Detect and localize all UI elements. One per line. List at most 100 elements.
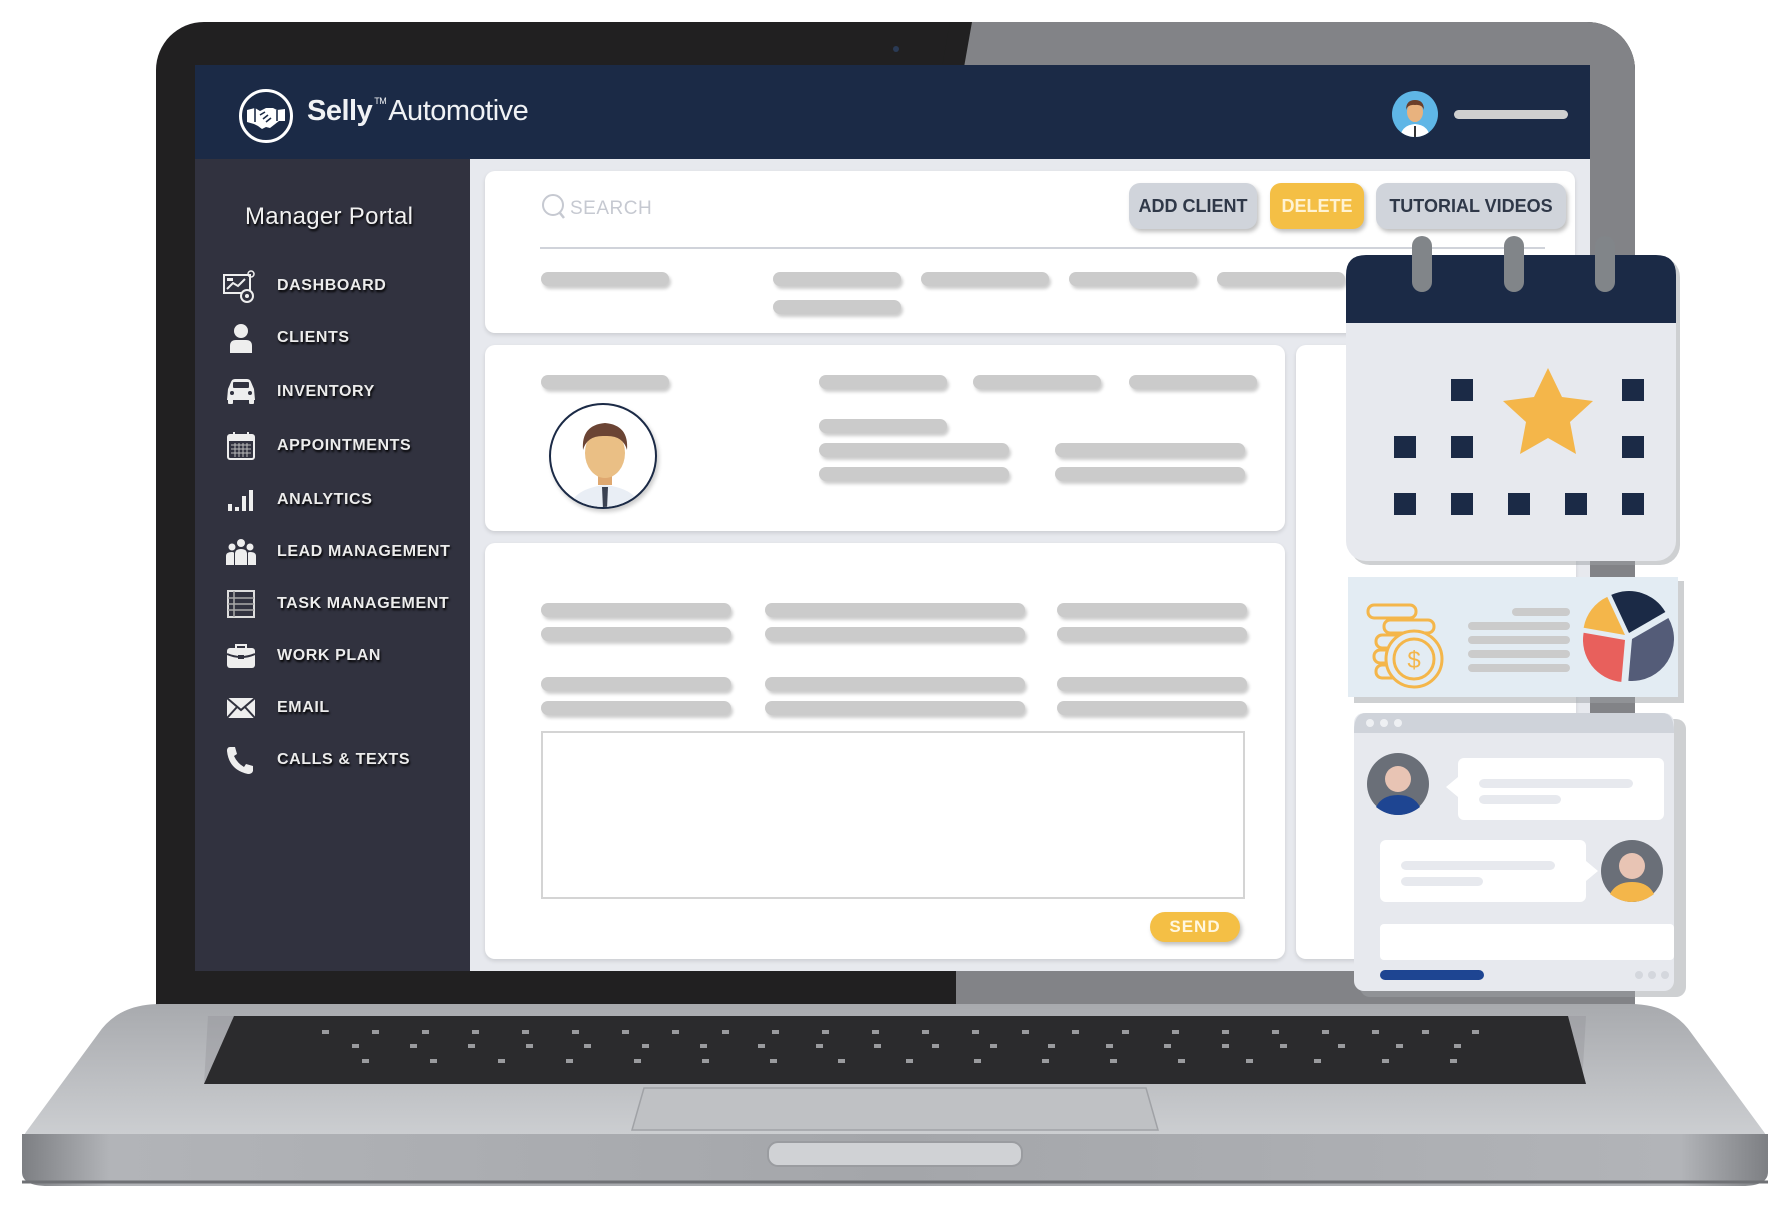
- placeholder-bar: [541, 627, 731, 641]
- key-mark: [1172, 1030, 1179, 1034]
- key-mark: [372, 1030, 379, 1034]
- placeholder-bar: [541, 375, 669, 389]
- placeholder-bar: [765, 603, 1025, 617]
- sidebar-item-dashboard[interactable]: DASHBOARD: [223, 266, 463, 306]
- key-mark: [1022, 1030, 1029, 1034]
- sidebar-item-label: ANALYTICS: [277, 491, 373, 508]
- key-mark: [1450, 1059, 1457, 1063]
- window-dot: [1366, 719, 1374, 727]
- sidebar-item-inventory[interactable]: INVENTORY: [223, 372, 463, 412]
- chat-widget[interactable]: [1352, 711, 1686, 997]
- search-input[interactable]: SEARCH: [570, 198, 652, 220]
- key-mark: [430, 1059, 437, 1063]
- brand-name-bold: Selly: [307, 95, 373, 127]
- key-mark: [352, 1044, 359, 1048]
- key-mark: [1338, 1044, 1345, 1048]
- chat-bubble-incoming: [1458, 758, 1664, 820]
- key-mark: [1314, 1059, 1321, 1063]
- window-dot: [1394, 719, 1402, 727]
- key-mark: [622, 1030, 629, 1034]
- chat-input[interactable]: [1380, 924, 1674, 960]
- placeholder-bar: [1057, 677, 1247, 691]
- key-mark: [1382, 1059, 1389, 1063]
- key-mark: [1422, 1030, 1429, 1034]
- sidebar-item-label: CALLS & TEXTS: [277, 751, 411, 768]
- placeholder-bar: [765, 701, 1025, 715]
- key-mark: [932, 1044, 939, 1048]
- search-icon[interactable]: [541, 193, 567, 219]
- key-mark: [672, 1030, 679, 1034]
- briefcase-icon: [223, 639, 259, 673]
- sidebar-item-email[interactable]: EMAIL: [223, 688, 463, 728]
- sidebar-item-label: APPOINTMENTS: [277, 437, 412, 454]
- chat-avatar-right: [1601, 840, 1663, 902]
- key-mark: [770, 1059, 777, 1063]
- sidebar-item-label: LEAD MANAGEMENT: [277, 543, 451, 560]
- calendar-widget[interactable]: [1344, 233, 1684, 569]
- placeholder-bar: [541, 272, 669, 286]
- placeholder-bar: [973, 375, 1101, 389]
- key-mark: [1280, 1044, 1287, 1048]
- placeholder-bar: [819, 375, 947, 389]
- phone-icon: [223, 743, 259, 777]
- placeholder-bar: [819, 419, 947, 433]
- key-mark: [472, 1030, 479, 1034]
- delete-button[interactable]: DELETE: [1270, 183, 1364, 229]
- key-mark: [1454, 1044, 1461, 1048]
- sidebar-item-task-management[interactable]: TASK MANAGEMENT: [223, 584, 463, 624]
- keyboard[interactable]: [204, 1016, 1586, 1084]
- key-mark: [522, 1030, 529, 1034]
- portal-title: Manager Portal: [245, 203, 414, 230]
- key-mark: [1106, 1044, 1113, 1048]
- key-mark: [584, 1044, 591, 1048]
- key-mark: [362, 1059, 369, 1063]
- sidebar-item-work-plan[interactable]: WORK PLAN: [223, 636, 463, 676]
- chat-send-bar[interactable]: [1380, 970, 1484, 980]
- binder-ring: [1595, 236, 1615, 292]
- sidebar-item-calls-texts[interactable]: CALLS & TEXTS: [223, 740, 463, 780]
- message-textarea[interactable]: [541, 731, 1245, 899]
- client-avatar[interactable]: [549, 403, 657, 509]
- brand-name: Selly TMAutomotive: [307, 95, 529, 128]
- sidebar-item-label: CLIENTS: [277, 329, 350, 346]
- sidebar-item-label: TASK MANAGEMENT: [277, 595, 450, 612]
- key-mark: [634, 1059, 641, 1063]
- key-mark: [1072, 1030, 1079, 1034]
- key-mark: [922, 1030, 929, 1034]
- key-mark: [874, 1044, 881, 1048]
- key-mark: [838, 1059, 845, 1063]
- key-mark: [1272, 1030, 1279, 1034]
- calendar-icon: [223, 429, 259, 463]
- trademark: TM: [374, 96, 387, 106]
- placeholder-bar: [765, 627, 1025, 641]
- placeholder-bar: [541, 701, 731, 715]
- sidebar-item-appointments[interactable]: APPOINTMENTS: [223, 426, 463, 466]
- binder-ring: [1412, 236, 1432, 292]
- key-mark: [468, 1044, 475, 1048]
- placeholder-bar: [1055, 467, 1245, 481]
- placeholder-bar: [819, 443, 1009, 457]
- trackpad[interactable]: [631, 1087, 1159, 1131]
- key-mark: [1322, 1030, 1329, 1034]
- placeholder-bar: [921, 272, 1049, 286]
- sidebar-item-clients[interactable]: CLIENTS: [223, 318, 463, 358]
- sidebar-item-analytics[interactable]: ANALYTICS: [223, 480, 463, 520]
- key-mark: [772, 1030, 779, 1034]
- handshake-logo-icon[interactable]: [239, 89, 293, 143]
- key-mark: [990, 1044, 997, 1048]
- sidebar: Manager Portal DASHBOARD CLIENTS INVENTO…: [195, 159, 470, 971]
- key-mark: [1222, 1030, 1229, 1034]
- user-avatar[interactable]: [1392, 91, 1438, 137]
- add-client-button[interactable]: ADD CLIENT: [1129, 183, 1257, 229]
- tutorial-videos-button[interactable]: TUTORIAL VIDEOS: [1376, 183, 1566, 229]
- lid-notch: [767, 1141, 1023, 1167]
- key-mark: [1472, 1030, 1479, 1034]
- user-icon: [223, 321, 259, 355]
- send-button[interactable]: SEND: [1150, 912, 1240, 942]
- key-mark: [322, 1030, 329, 1034]
- laptop-base: [22, 1004, 1768, 1186]
- sidebar-item-lead-management[interactable]: LEAD MANAGEMENT: [223, 532, 463, 572]
- finance-widget[interactable]: $: [1348, 575, 1684, 703]
- placeholder-bar: [773, 300, 901, 314]
- key-mark: [1042, 1059, 1049, 1063]
